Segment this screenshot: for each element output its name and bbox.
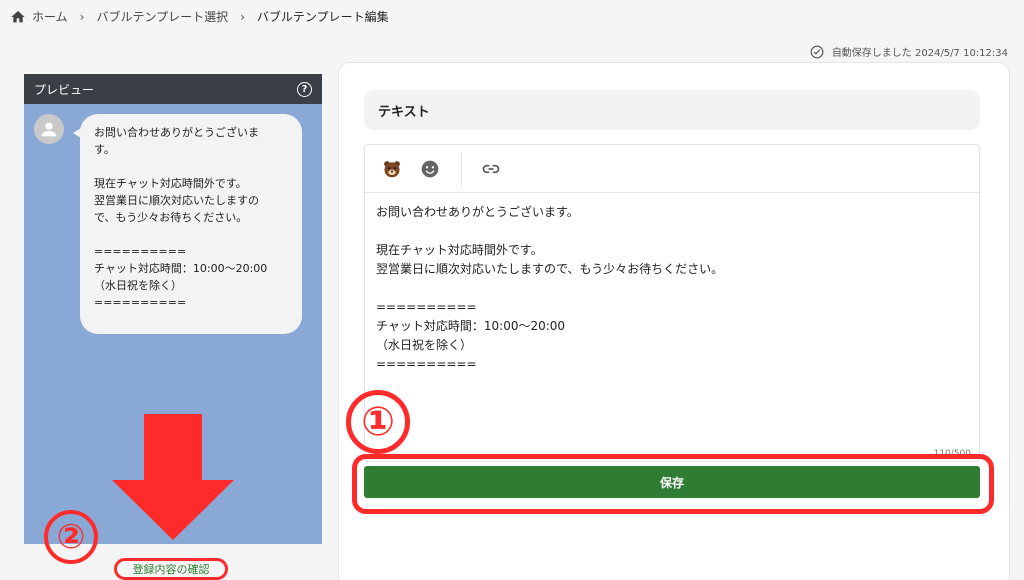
breadcrumb-home[interactable]: ホーム (32, 8, 68, 25)
breadcrumb-template-edit: バブルテンプレート編集 (256, 10, 389, 24)
text-editor[interactable]: お問い合わせありがとうございます。 現在チャット対応時間外です。 翌営業日に順次… (364, 144, 980, 462)
emoji-icon[interactable] (415, 154, 445, 184)
save-highlight-outline (352, 454, 994, 514)
step-2-badge: ② (44, 510, 98, 564)
toolbar-divider (461, 151, 462, 186)
chevron-right-icon: › (79, 9, 85, 24)
autosave-status: 自動保存しました 2024/5/7 10:12:34 (810, 44, 1008, 59)
check-circle-icon (810, 45, 824, 59)
autosave-text: 自動保存しました 2024/5/7 10:12:34 (831, 48, 1008, 59)
editor-toolbar (365, 145, 979, 193)
confirm-registration-link[interactable]: 登録内容の確認 (114, 558, 228, 580)
help-icon[interactable]: ? (297, 81, 312, 97)
bear-sticker-icon[interactable] (377, 154, 407, 184)
preview-message-bubble: お問い合わせありがとうございま す。 現在チャット対応時間外です。 翌営業日に順… (73, 114, 302, 334)
breadcrumb-template-select[interactable]: バブルテンプレート選択 (96, 8, 228, 25)
editor-text-content[interactable]: お問い合わせありがとうございます。 現在チャット対応時間外です。 翌営業日に順次… (365, 193, 979, 384)
avatar (34, 114, 64, 144)
home-icon[interactable] (10, 9, 26, 25)
preview-title: プレビュー (34, 82, 95, 97)
breadcrumb: ホーム › バブルテンプレート選択 › バブルテンプレート編集 (10, 8, 389, 25)
link-icon[interactable] (476, 154, 506, 184)
preview-header: プレビュー ? (24, 74, 322, 104)
chevron-right-icon: › (240, 9, 245, 24)
person-icon (41, 122, 57, 137)
arrow-down-icon (112, 414, 234, 540)
section-title: テキスト (364, 90, 980, 130)
step-1-badge: ① (346, 390, 410, 454)
